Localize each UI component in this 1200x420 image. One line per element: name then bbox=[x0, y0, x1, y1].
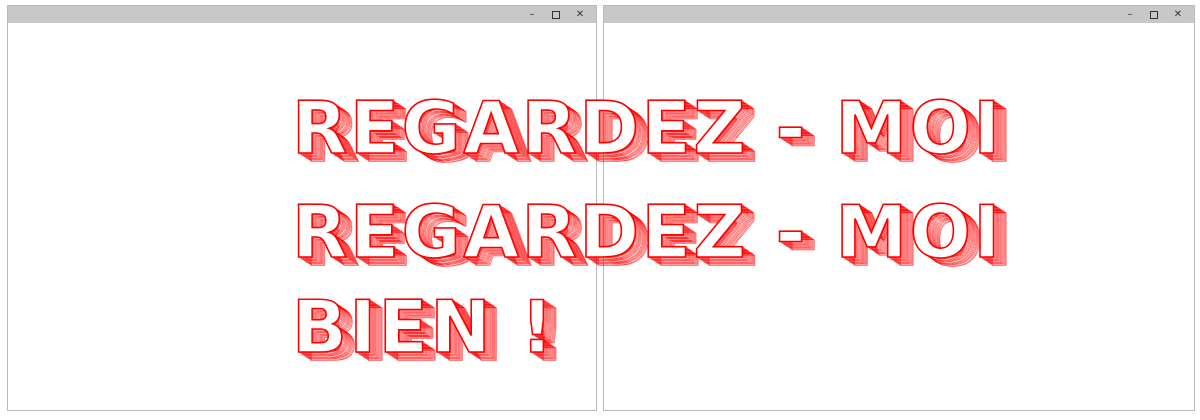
left-window-titlebar[interactable] bbox=[8, 6, 596, 23]
close-icon[interactable] bbox=[568, 6, 592, 23]
close-icon[interactable] bbox=[1166, 6, 1190, 23]
minimize-icon[interactable] bbox=[1118, 6, 1142, 23]
left-window-controls bbox=[520, 6, 592, 23]
maximize-icon[interactable] bbox=[544, 6, 568, 23]
right-window-titlebar[interactable] bbox=[604, 6, 1194, 23]
desktop: REGARDEZ - MOIREGARDEZ - MOIREGARDEZ - M… bbox=[0, 0, 1200, 420]
right-window-controls bbox=[1118, 6, 1190, 23]
minimize-icon[interactable] bbox=[520, 6, 544, 23]
maximize-icon[interactable] bbox=[1142, 6, 1166, 23]
left-window bbox=[7, 5, 597, 411]
right-window bbox=[603, 5, 1195, 411]
